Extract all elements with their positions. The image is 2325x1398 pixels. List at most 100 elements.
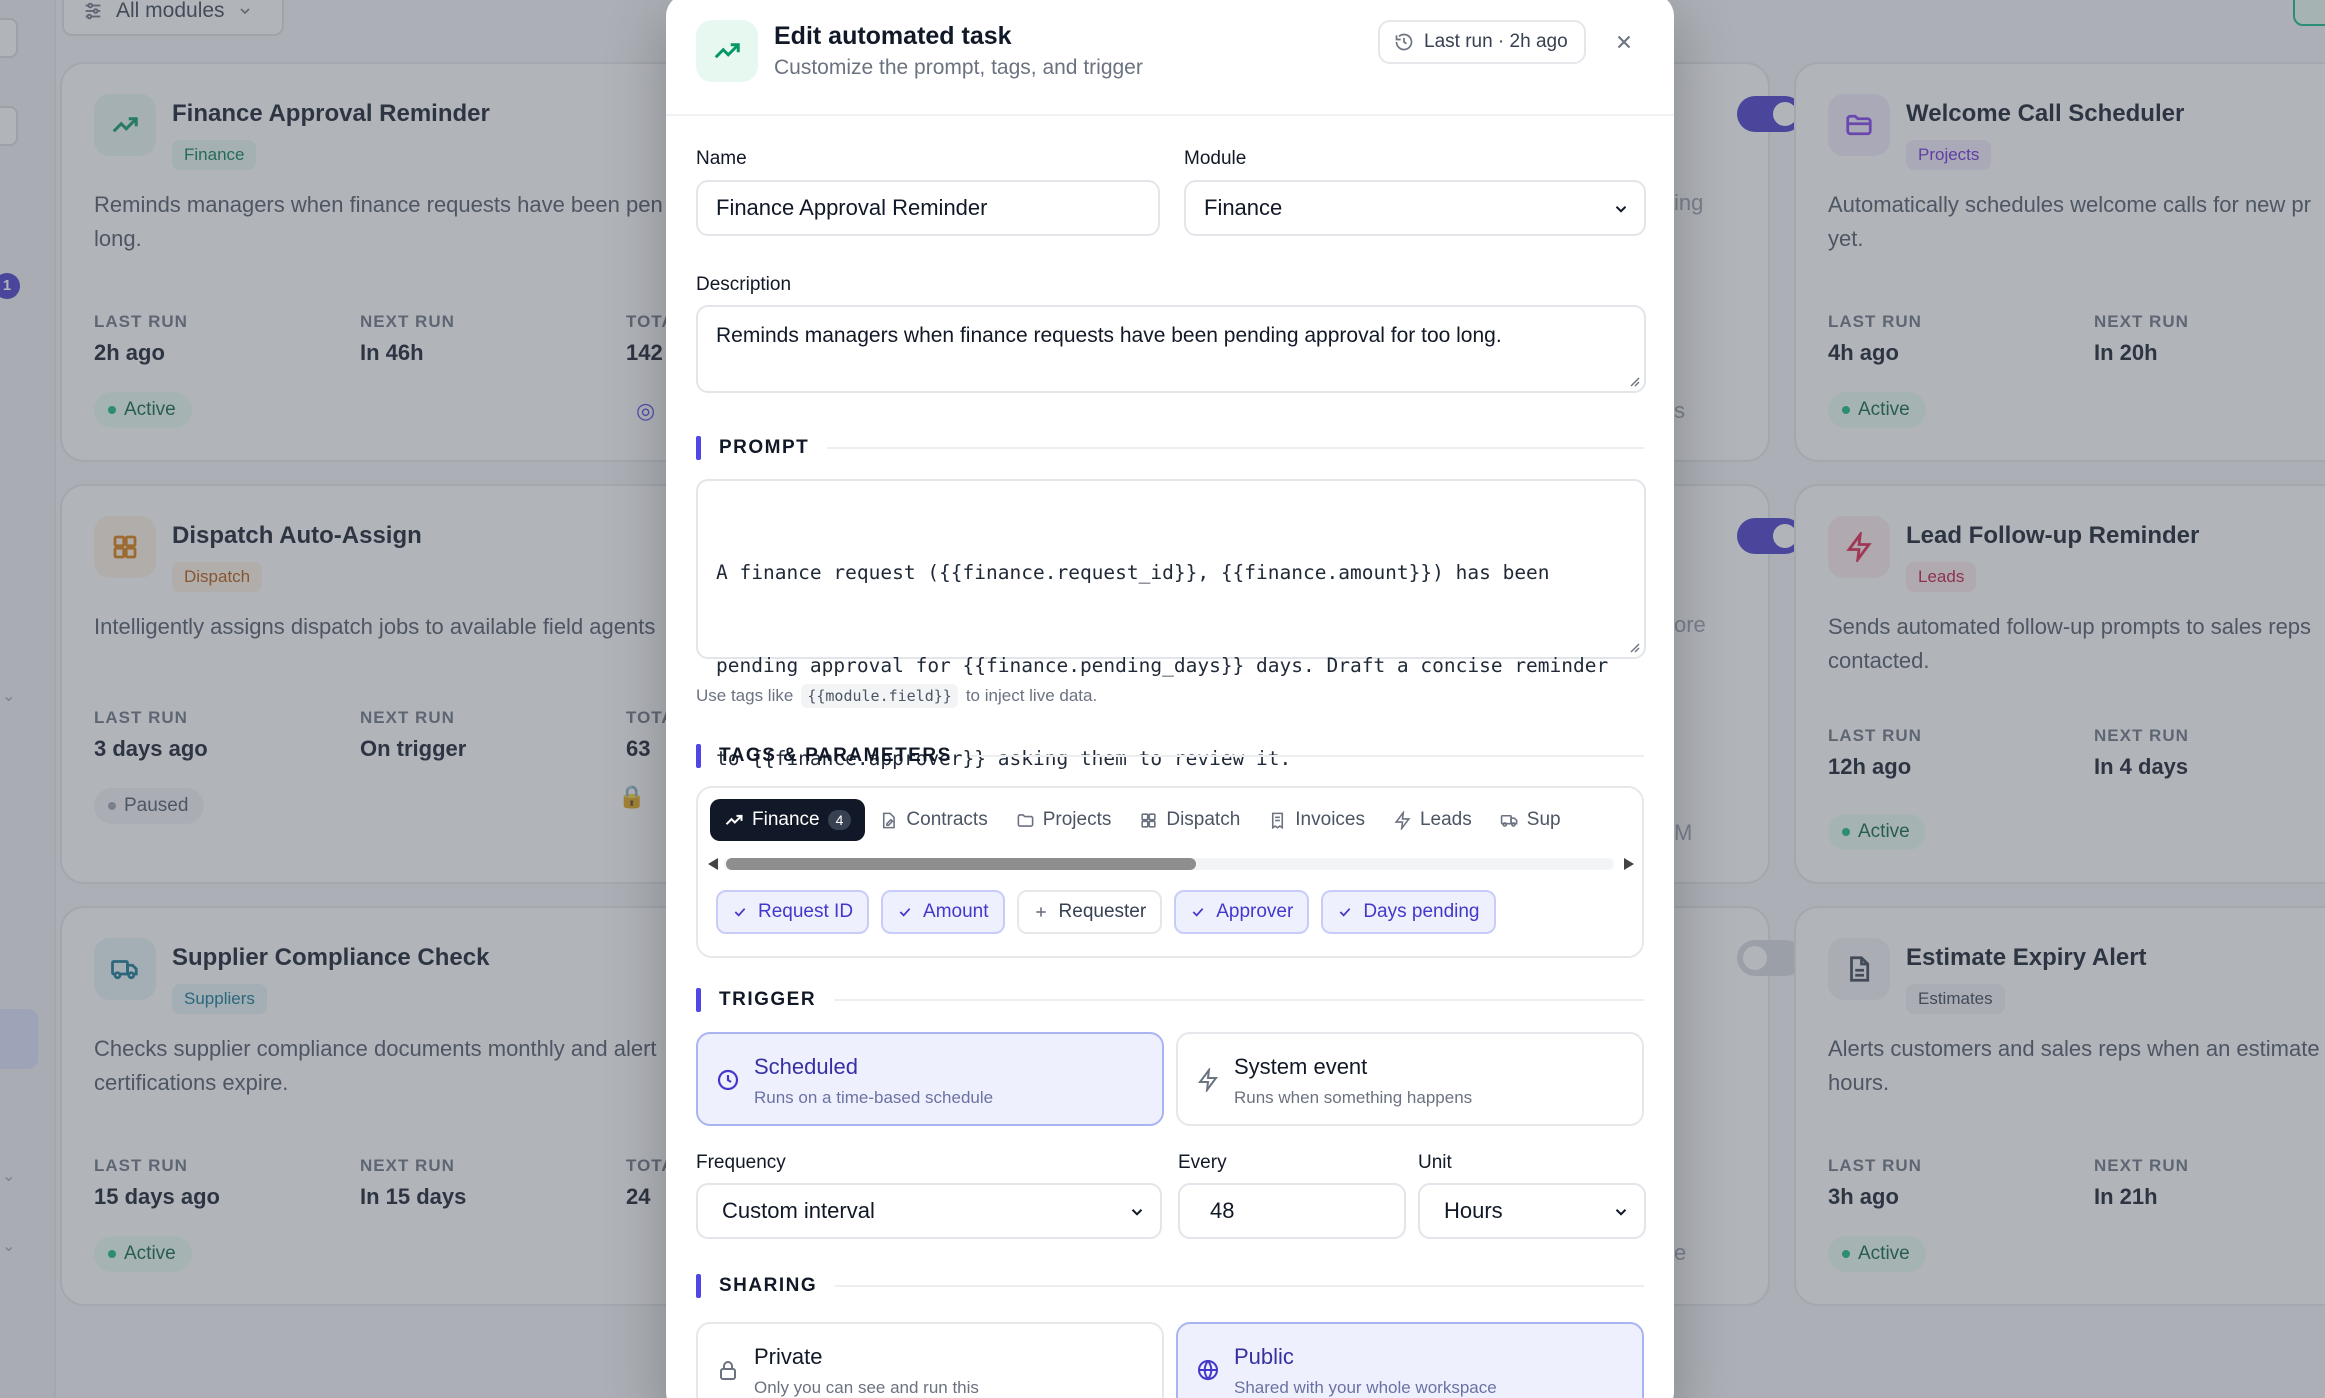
chip-label: Approver [1216, 901, 1294, 922]
trigger-scheduled-option[interactable]: Scheduled Runs on a time-based schedule [696, 1032, 1164, 1126]
tab-label: Leads [1419, 809, 1472, 830]
tag-chip-requester[interactable]: Requester [1016, 890, 1163, 934]
frequency-label: Frequency [696, 1152, 786, 1173]
hint-prefix: Use tags like [696, 686, 794, 705]
tag-chip-amount[interactable]: Amount [881, 890, 1005, 934]
check-icon [899, 908, 911, 917]
section-divider [827, 447, 1644, 449]
prompt-line: pending approval for {{finance.pending_d… [716, 654, 1609, 677]
every-input[interactable]: 48 [1178, 1183, 1406, 1239]
section-divider [835, 1285, 1644, 1287]
trigger-section-header: TRIGGER [696, 988, 1644, 1012]
frequency-value: Custom interval [722, 1198, 875, 1223]
section-divider [834, 999, 1644, 1001]
close-button[interactable] [1606, 24, 1642, 60]
module-tabs: Finance 4 Contracts Projects Dispatch In… [710, 798, 1575, 842]
grid-icon [1141, 812, 1156, 828]
sharing-private-option[interactable]: Private Only you can see and run this [696, 1322, 1164, 1398]
tags-section-header: TAGS & PARAMETERS [696, 744, 1644, 768]
tag-chips: Request ID Amount Requester Approver Day… [716, 890, 1496, 934]
tag-chip-days-pending[interactable]: Days pending [1321, 890, 1496, 934]
last-run-text: Last run · 2h ago [1424, 31, 1568, 52]
tab-projects[interactable]: Projects [1002, 799, 1126, 841]
trending-up-icon [696, 20, 758, 82]
tag-chip-approver[interactable]: Approver [1174, 890, 1310, 934]
plus-icon [1035, 907, 1046, 917]
history-icon [1395, 33, 1413, 51]
sharing-title: Private [754, 1344, 823, 1369]
prompt-section-header: PROMPT [696, 436, 1644, 460]
globe-icon [1198, 1360, 1218, 1381]
description-text: Reminds managers when finance requests h… [716, 324, 1502, 347]
tab-leads[interactable]: Leads [1379, 799, 1486, 841]
lock-icon [720, 1361, 736, 1380]
modal-header: Edit automated task Customize the prompt… [666, 0, 1674, 116]
tab-label: Projects [1042, 809, 1112, 830]
tab-label: Finance [752, 809, 820, 830]
tab-label: Invoices [1295, 809, 1365, 830]
hint-suffix: to inject live data. [965, 686, 1098, 705]
unit-label: Unit [1418, 1152, 1452, 1173]
hint-code: {{module.field}} [801, 684, 958, 708]
prompt-line: A finance request ({{finance.request_id}… [716, 561, 1550, 584]
section-title: TAGS & PARAMETERS [719, 745, 952, 766]
modal-subtitle: Customize the prompt, tags, and trigger [774, 56, 1143, 79]
check-icon [1340, 908, 1351, 917]
modal-title: Edit automated task [774, 22, 1012, 50]
tab-label: Contracts [906, 809, 988, 830]
sharing-description: Shared with your whole workspace [1234, 1378, 1497, 1397]
edit-task-modal: Edit automated task Customize the prompt… [666, 0, 1674, 1398]
scroll-left-icon[interactable] [706, 856, 720, 872]
sharing-public-option[interactable]: Public Shared with your whole workspace [1176, 1322, 1644, 1398]
chip-label: Days pending [1363, 901, 1480, 922]
close-icon [1617, 35, 1631, 49]
file-edit-icon [883, 812, 896, 828]
resize-grip-icon[interactable] [1628, 375, 1640, 387]
scrollbar-thumb[interactable] [726, 858, 1196, 870]
sharing-description: Only you can see and run this [754, 1378, 979, 1397]
folder-icon [1017, 813, 1034, 827]
sharing-section-header: SHARING [696, 1274, 1644, 1298]
sharing-title: Public [1234, 1344, 1294, 1369]
bolt-icon [1198, 1068, 1218, 1092]
every-label: Every [1178, 1152, 1227, 1173]
truck-icon [1500, 814, 1518, 827]
module-select[interactable]: Finance [1184, 180, 1646, 236]
check-icon [734, 908, 746, 917]
tab-label: Dispatch [1166, 809, 1241, 830]
module-label: Module [1184, 148, 1247, 169]
chevron-down-icon [1615, 1209, 1627, 1216]
tags-panel: Finance 4 Contracts Projects Dispatch In… [696, 786, 1644, 958]
tabs-scrollbar[interactable] [706, 852, 1636, 874]
name-label: Name [696, 148, 747, 169]
description-textarea[interactable]: Reminds managers when finance requests h… [696, 305, 1646, 393]
section-accent [696, 988, 701, 1012]
chevron-down-icon [1615, 206, 1627, 213]
chip-label: Requester [1058, 901, 1147, 922]
check-icon [1192, 908, 1204, 917]
chip-label: Amount [923, 901, 989, 922]
chip-label: Request ID [758, 901, 854, 922]
resize-grip-icon[interactable] [1628, 641, 1640, 653]
section-accent [696, 1274, 701, 1298]
tab-invoices[interactable]: Invoices [1254, 799, 1379, 841]
name-input[interactable]: Finance Approval Reminder [696, 180, 1160, 236]
prompt-textarea[interactable]: A finance request ({{finance.request_id}… [696, 479, 1646, 770]
trigger-description: Runs when something happens [1234, 1088, 1473, 1107]
tab-dispatch[interactable]: Dispatch [1125, 799, 1254, 841]
prompt-hint: Use tags like {{module.field}} to inject… [696, 684, 1097, 708]
trigger-event-option[interactable]: System event Runs when something happens [1176, 1032, 1644, 1126]
chevron-down-icon [1131, 1209, 1143, 1216]
tab-finance[interactable]: Finance 4 [710, 799, 866, 841]
scroll-right-icon[interactable] [1622, 856, 1636, 872]
trigger-description: Runs on a time-based schedule [754, 1088, 994, 1107]
tab-contracts[interactable]: Contracts [865, 799, 1001, 841]
section-accent [696, 436, 701, 460]
tab-suppliers[interactable]: Sup [1486, 799, 1575, 841]
frequency-select[interactable]: Custom interval [696, 1183, 1162, 1239]
unit-select[interactable]: Hours [1418, 1183, 1646, 1239]
trigger-title: System event [1234, 1054, 1368, 1079]
bolt-icon [1394, 810, 1411, 830]
tab-count-badge: 4 [827, 810, 852, 830]
tag-chip-request-id[interactable]: Request ID [716, 890, 870, 934]
